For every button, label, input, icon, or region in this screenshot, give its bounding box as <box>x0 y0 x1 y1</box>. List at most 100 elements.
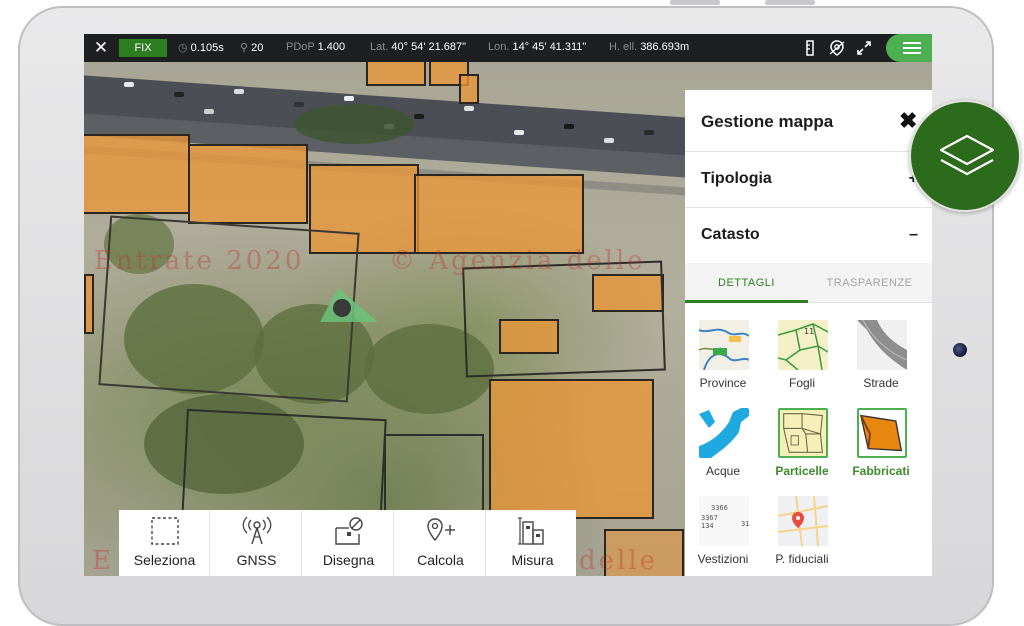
tool-gnss[interactable]: GNSS <box>211 510 302 576</box>
layer-label: Particelle <box>775 464 829 478</box>
section-tipologia[interactable]: Tipologia + <box>685 152 932 208</box>
parcel-outline <box>384 434 484 514</box>
car <box>204 109 214 114</box>
pdop-readout: PDoP 1.400 <box>286 41 345 53</box>
tool-label: GNSS <box>236 552 277 568</box>
lon-label: Lon. <box>488 41 510 53</box>
latency-readout: ◷ 0.105s <box>178 41 224 54</box>
tool-label: Calcola <box>417 552 464 568</box>
layer-label: Strade <box>863 376 899 390</box>
layer-vestizioni[interactable]: 3366 3367 134 31 Vestizioni <box>687 496 759 576</box>
fogli-number: 11 <box>804 327 814 336</box>
province-thumbnail <box>699 320 749 370</box>
lat-value: 40° 54' 21.687" <box>391 41 467 53</box>
layer-acque[interactable]: Acque <box>687 408 759 494</box>
active-tab-indicator <box>685 300 808 303</box>
tool-misura[interactable]: Misura <box>487 510 578 576</box>
hell-label: H. ell. <box>609 41 638 53</box>
clock-icon: ◷ <box>178 42 188 54</box>
app-screen: Entrate 2020 © Agenzia delle E delle ✕ F… <box>84 34 932 576</box>
layer-province[interactable]: Province <box>687 320 759 406</box>
strade-thumbnail <box>857 320 907 370</box>
tool-label: Disegna <box>322 552 375 568</box>
car <box>414 114 424 119</box>
layer-label: P. fiduciali <box>775 552 829 566</box>
close-icon[interactable]: ✕ <box>92 38 110 58</box>
panel-title: Gestione mappa <box>701 112 834 131</box>
collapse-icon: – <box>909 226 918 243</box>
tool-disegna[interactable]: Disegna <box>303 510 394 576</box>
hamburger-menu-button[interactable] <box>886 34 932 62</box>
menu-icon-bar <box>903 42 921 44</box>
layer-fabbricati[interactable]: Fabbricati <box>845 408 917 494</box>
layer-fogli[interactable]: 11 Fogli <box>766 320 838 406</box>
map-management-panel: Gestione mappa ✖ Tipologia + Catasto – D… <box>685 90 932 576</box>
building <box>188 144 308 224</box>
menu-icon-bar <box>903 47 921 49</box>
tab-dettagli[interactable]: DETTAGLI <box>685 263 808 303</box>
layer-punti-fiduciali[interactable]: P. fiduciali <box>766 496 838 576</box>
layer-particelle[interactable]: Particelle <box>766 408 838 494</box>
car <box>564 124 574 129</box>
car <box>464 106 474 111</box>
map-watermark: delle <box>579 546 659 576</box>
car <box>124 82 134 87</box>
tool-seleziona[interactable]: Seleziona <box>119 510 210 576</box>
vestizioni-number: 134 <box>701 522 714 530</box>
latitude-readout: Lat. 40° 54' 21.687" <box>370 41 466 53</box>
car <box>514 130 524 135</box>
pdop-value: 1.400 <box>317 41 346 53</box>
position-marker <box>320 288 378 322</box>
car <box>294 102 304 107</box>
vestizioni-thumbnail: 3366 3367 134 31 <box>699 496 749 546</box>
fullscreen-icon[interactable] <box>855 39 873 57</box>
vestizioni-number: 3366 <box>711 504 728 512</box>
section-label: Tipologia <box>701 170 772 187</box>
longitude-readout: Lon. 14° 45' 41.311" <box>488 41 586 53</box>
layer-label: Vestizioni <box>697 552 749 566</box>
gnss-antenna-icon <box>242 516 272 545</box>
map-pin-icon[interactable] <box>828 39 846 57</box>
latency-value: 0.105s <box>190 42 224 54</box>
section-catasto[interactable]: Catasto – <box>685 208 932 263</box>
building <box>84 274 94 334</box>
tool-label: Misura <box>511 552 554 568</box>
layer-strade[interactable]: Strade <box>845 320 917 406</box>
car <box>604 138 614 143</box>
tool-calcola[interactable]: Calcola <box>395 510 486 576</box>
layers-button[interactable] <box>909 100 1021 212</box>
car <box>234 89 244 94</box>
front-camera <box>953 343 967 357</box>
layers-icon <box>939 134 995 176</box>
layer-label: Fabbricati <box>852 464 910 478</box>
fix-status-badge: FIX <box>119 39 167 57</box>
satellites-readout: ⚲ 20 <box>240 41 263 54</box>
menu-icon-bar <box>903 52 921 54</box>
vestizioni-number: 31 <box>741 520 749 528</box>
car <box>174 92 184 97</box>
section-label: Catasto <box>701 226 760 243</box>
height-readout: H. ell. 386.693m <box>609 41 689 53</box>
car <box>344 96 354 101</box>
add-location-icon <box>427 518 455 542</box>
tab-trasparenze[interactable]: TRASPARENZE <box>808 263 931 303</box>
acque-thumbnail <box>699 408 749 458</box>
measure-building-icon <box>518 517 544 545</box>
building <box>459 74 479 104</box>
map-watermark: © Agenzia delle <box>389 246 646 276</box>
layer-label: Acque <box>705 464 741 478</box>
building <box>84 134 190 214</box>
vestizioni-number: 3367 <box>701 514 718 522</box>
tool-label: Seleziona <box>133 552 196 568</box>
map-watermark: E <box>92 546 114 576</box>
device-power-button <box>765 0 815 5</box>
fiduciali-thumbnail <box>778 496 828 546</box>
building <box>489 379 654 519</box>
fabbricati-thumbnail <box>857 408 907 458</box>
layer-label: Fogli <box>788 376 815 390</box>
parcel-outline <box>462 260 666 378</box>
ruler-icon[interactable] <box>801 39 819 57</box>
tree-canopy <box>294 104 414 144</box>
select-icon <box>151 517 179 545</box>
layer-label: Province <box>699 376 747 390</box>
